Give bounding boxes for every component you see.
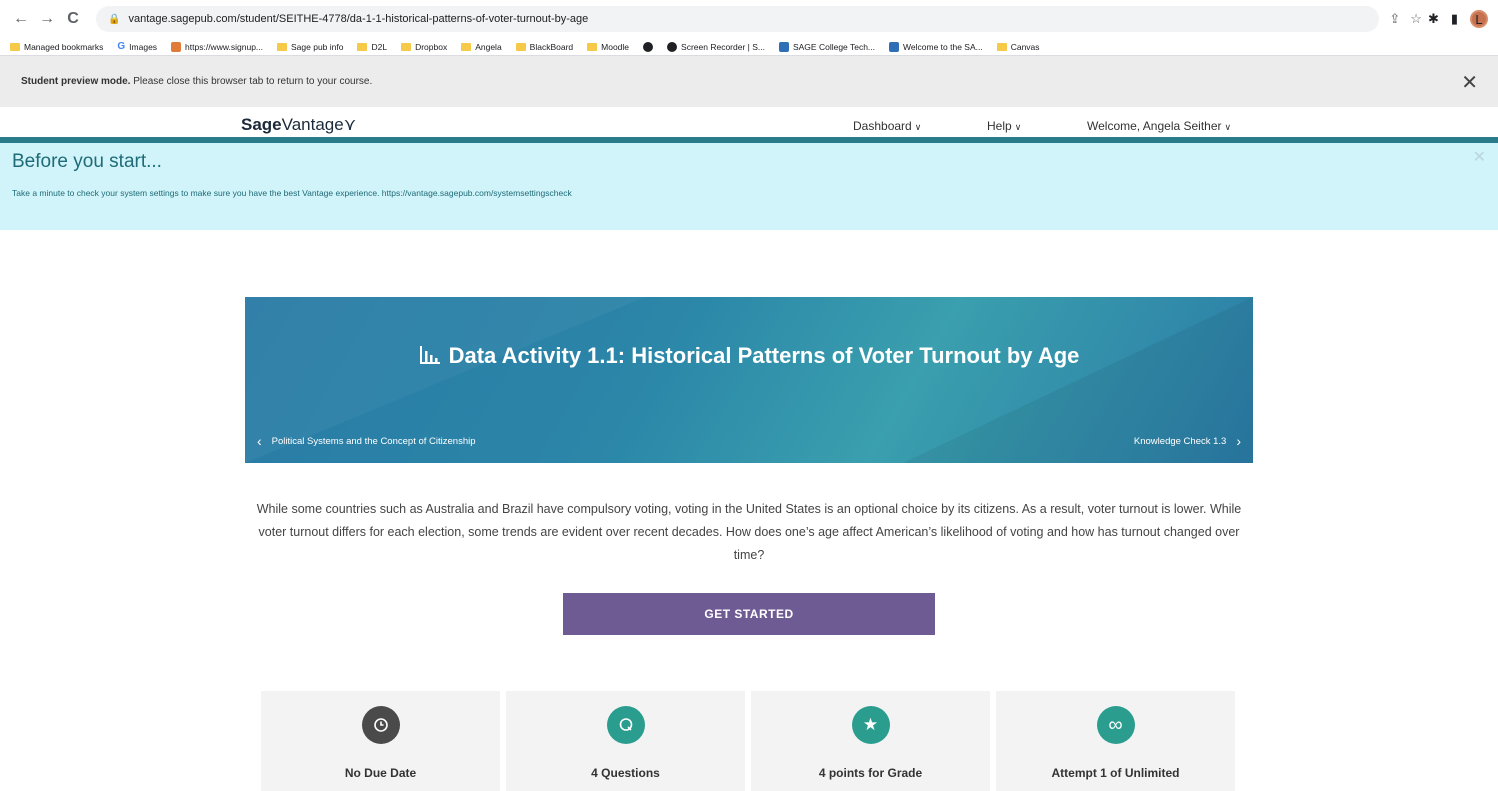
folder-icon [277, 42, 287, 51]
folder-icon [587, 42, 598, 51]
infinity-icon: ∞ [1096, 706, 1135, 744]
info-card-points: ★ 4 points for Grade [751, 691, 990, 791]
info-card-label: No Due Date [344, 766, 417, 780]
profile-avatar[interactable]: L [1470, 10, 1488, 28]
info-card-label: 4 points for Grade [818, 766, 923, 780]
sage-vantage-logo[interactable]: SageVantage⋎ [241, 115, 356, 135]
bookmark-moodle[interactable]: Moodle [587, 42, 629, 52]
folder-icon [10, 42, 20, 51]
sharepoint-icon [889, 41, 900, 52]
extensions-icon[interactable]: ✱ [1428, 11, 1439, 27]
bar-chart-icon [419, 343, 441, 369]
recorder-icon [667, 41, 678, 52]
share-icon[interactable]: ⇪ [1389, 11, 1400, 27]
folder-icon [996, 42, 1007, 51]
q-icon [606, 706, 645, 744]
star-icon: ★ [851, 706, 890, 744]
close-icon[interactable]: ✕ [1473, 147, 1486, 167]
bookmark-globe[interactable] [643, 41, 654, 52]
activity-hero: Data Activity 1.1: Historical Patterns o… [245, 297, 1253, 463]
activity-title: Data Activity 1.1: Historical Patterns o… [245, 343, 1253, 369]
activity-description: While some countries such as Australia a… [256, 502, 1242, 562]
notice-title: Before you start... [12, 151, 162, 172]
lock-icon: 🔒 [108, 13, 121, 25]
bookmark-star-icon[interactable]: ☆ [1410, 11, 1422, 27]
info-card-due-date: No Due Date [261, 691, 500, 791]
activity-info-cards: No Due Date 4 Questions ★ 4 points for G… [261, 691, 1235, 791]
chevron-left-icon: ‹ [257, 433, 262, 449]
forward-icon[interactable]: → [36, 8, 58, 30]
bookmark-welcome-sa[interactable]: Welcome to the SA... [889, 41, 983, 52]
bookmark-sage-college-tech[interactable]: SAGE College Tech... [778, 41, 875, 52]
side-panel-icon[interactable]: ▮ [1451, 11, 1458, 27]
logo-bird-icon: ⋎ [343, 115, 357, 134]
address-bar[interactable]: 🔒 vantage.sagepub.com/student/SEITHE-477… [96, 6, 1380, 32]
close-icon[interactable]: ✕ [1461, 70, 1478, 95]
bookmark-images[interactable]: G Images [117, 41, 157, 52]
notice-text: Take a minute to check your system setti… [12, 188, 572, 198]
info-card-attempts: ∞ Attempt 1 of Unlimited [996, 691, 1235, 791]
nav-help[interactable]: Help ∨ [987, 119, 1021, 133]
nav-dashboard[interactable]: Dashboard ∨ [853, 119, 921, 133]
folder-icon [515, 42, 526, 51]
bookmark-signup[interactable]: https://www.signup... [171, 41, 263, 52]
back-icon[interactable]: ← [10, 8, 32, 30]
bookmark-screen-recorder[interactable]: Screen Recorder | S... [667, 41, 765, 52]
clock-icon [361, 706, 400, 744]
nav-welcome-user[interactable]: Welcome, Angela Seither ∨ [1087, 119, 1231, 133]
bookmark-canvas[interactable]: Canvas [996, 42, 1040, 52]
preview-mode-text: Please close this browser tab to return … [130, 76, 373, 87]
info-card-questions: 4 Questions [506, 691, 745, 791]
folder-icon [357, 42, 368, 51]
chevron-down-icon: ∨ [1224, 122, 1232, 132]
bookmark-dropbox[interactable]: Dropbox [401, 42, 447, 52]
bookmark-sage-pub-info[interactable]: Sage pub info [277, 42, 343, 52]
bookmark-managed[interactable]: Managed bookmarks [10, 42, 103, 52]
chevron-down-icon: ∨ [914, 122, 922, 132]
sage-tech-icon [778, 41, 789, 52]
bookmarks-bar: Managed bookmarks G Images https://www.si… [0, 38, 1498, 56]
bookmark-angela[interactable]: Angela [461, 42, 502, 52]
folder-icon [401, 42, 412, 51]
google-icon: G [117, 41, 126, 52]
previous-activity-link[interactable]: ‹ Political Systems and the Concept of C… [257, 433, 476, 449]
site-header: SageVantage⋎ Dashboard ∨ Help ∨ Welcome, A… [0, 107, 1498, 143]
folder-icon [461, 42, 472, 51]
student-preview-banner: Student preview mode. Please close this … [0, 56, 1498, 107]
info-card-label: 4 Questions [591, 766, 660, 780]
reload-icon[interactable]: C [62, 8, 84, 30]
browser-toolbar: ← → C 🔒 vantage.sagepub.com/student/SEIT… [0, 0, 1498, 38]
bookmark-d2l[interactable]: D2L [357, 42, 387, 52]
bookmark-blackboard[interactable]: BlackBoard [515, 42, 573, 52]
preview-mode-label: Student preview mode. [21, 76, 131, 87]
before-you-start-notice: Before you start... Take a minute to che… [0, 143, 1498, 230]
chevron-down-icon: ∨ [1014, 122, 1022, 132]
info-card-label: Attempt 1 of Unlimited [1051, 766, 1180, 780]
next-activity-link[interactable]: Knowledge Check 1.3 › [1134, 433, 1241, 449]
signup-icon [171, 41, 182, 52]
chevron-right-icon: › [1236, 433, 1241, 449]
globe-icon [643, 41, 654, 52]
get-started-button[interactable]: GET STARTED [563, 593, 935, 635]
url-text: vantage.sagepub.com/student/SEITHE-4778/… [128, 13, 589, 25]
